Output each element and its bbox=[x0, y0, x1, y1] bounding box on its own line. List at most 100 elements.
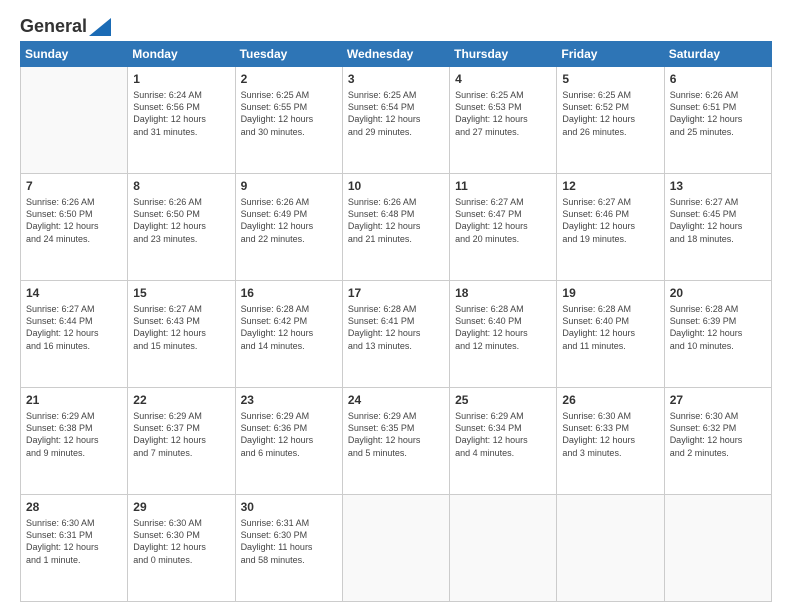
calendar-cell: 9Sunrise: 6:26 AM Sunset: 6:49 PM Daylig… bbox=[235, 174, 342, 281]
calendar-table: SundayMondayTuesdayWednesdayThursdayFrid… bbox=[20, 41, 772, 602]
calendar-cell: 10 Sunrise: 6:26 AM Sunset: 6:48 PM Dayli… bbox=[342, 174, 449, 281]
day-info: Sunrise: 6:29 AM Sunset: 6:37 PM Dayligh… bbox=[133, 410, 229, 459]
day-info: Sunrise: 6:25 AM Sunset: 6:54 PM Dayligh… bbox=[348, 89, 444, 138]
weekday-header-row: SundayMondayTuesdayWednesdayThursdayFrid… bbox=[21, 42, 772, 67]
day-number: 19 bbox=[562, 285, 658, 301]
calendar-cell: 26 Sunrise: 6:30 AM Sunset: 6:33 PM Dayli… bbox=[557, 388, 664, 495]
weekday-header-sunday: Sunday bbox=[21, 42, 128, 67]
day-number: 5 bbox=[562, 71, 658, 87]
day-number: 16 bbox=[241, 285, 337, 301]
weekday-header-monday: Monday bbox=[128, 42, 235, 67]
calendar-cell: 6Sunrise: 6:26 AM Sunset: 6:51 PM Daylig… bbox=[664, 67, 771, 174]
day-number: 24 bbox=[348, 392, 444, 408]
calendar-cell: 17Sunrise: 6:28 AM Sunset: 6:41 PM Dayli… bbox=[342, 281, 449, 388]
day-info: Sunrise: 6:30 AM Sunset: 6:33 PM Dayligh… bbox=[562, 410, 658, 459]
day-info: Sunrise: 6:26 AM Sunset: 6:50 PM Dayligh… bbox=[133, 196, 229, 245]
day-number: 11 bbox=[455, 178, 551, 194]
calendar-cell: 15 Sunrise: 6:27 AM Sunset: 6:43 PM Dayli… bbox=[128, 281, 235, 388]
calendar-cell: 2Sunrise: 6:25 AM Sunset: 6:55 PM Daylig… bbox=[235, 67, 342, 174]
day-number: 18 bbox=[455, 285, 551, 301]
calendar-cell: 23 Sunrise: 6:29 AM Sunset: 6:36 PM Dayli… bbox=[235, 388, 342, 495]
day-info: Sunrise: 6:28 AM Sunset: 6:42 PM Dayligh… bbox=[241, 303, 337, 352]
day-info: Sunrise: 6:30 AM Sunset: 6:30 PM Dayligh… bbox=[133, 517, 229, 566]
day-number: 1 bbox=[133, 71, 229, 87]
calendar-cell: 25Sunrise: 6:29 AM Sunset: 6:34 PM Dayli… bbox=[450, 388, 557, 495]
day-info: Sunrise: 6:29 AM Sunset: 6:38 PM Dayligh… bbox=[26, 410, 122, 459]
weekday-header-friday: Friday bbox=[557, 42, 664, 67]
day-number: 29 bbox=[133, 499, 229, 515]
day-info: Sunrise: 6:27 AM Sunset: 6:47 PM Dayligh… bbox=[455, 196, 551, 245]
calendar-cell: 19 Sunrise: 6:28 AM Sunset: 6:40 PM Dayli… bbox=[557, 281, 664, 388]
calendar-cell: 28 Sunrise: 6:30 AM Sunset: 6:31 PM Dayli… bbox=[21, 495, 128, 602]
week-row-1: 1 Sunrise: 6:24 AM Sunset: 6:56 PM Daylig… bbox=[21, 67, 772, 174]
day-info: Sunrise: 6:26 AM Sunset: 6:48 PM Dayligh… bbox=[348, 196, 444, 245]
day-number: 21 bbox=[26, 392, 122, 408]
calendar-cell: 8 Sunrise: 6:26 AM Sunset: 6:50 PM Daylig… bbox=[128, 174, 235, 281]
calendar-cell: 22 Sunrise: 6:29 AM Sunset: 6:37 PM Dayli… bbox=[128, 388, 235, 495]
calendar-cell: 12 Sunrise: 6:27 AM Sunset: 6:46 PM Dayli… bbox=[557, 174, 664, 281]
calendar-cell: 11 Sunrise: 6:27 AM Sunset: 6:47 PM Dayli… bbox=[450, 174, 557, 281]
week-row-2: 7 Sunrise: 6:26 AM Sunset: 6:50 PM Daylig… bbox=[21, 174, 772, 281]
calendar-cell bbox=[21, 67, 128, 174]
weekday-header-saturday: Saturday bbox=[664, 42, 771, 67]
calendar-cell bbox=[342, 495, 449, 602]
calendar-cell: 14 Sunrise: 6:27 AM Sunset: 6:44 PM Dayli… bbox=[21, 281, 128, 388]
day-number: 27 bbox=[670, 392, 766, 408]
day-info: Sunrise: 6:28 AM Sunset: 6:40 PM Dayligh… bbox=[455, 303, 551, 352]
day-number: 23 bbox=[241, 392, 337, 408]
day-info: Sunrise: 6:28 AM Sunset: 6:40 PM Dayligh… bbox=[562, 303, 658, 352]
day-number: 10 bbox=[348, 178, 444, 194]
calendar-cell: 20 Sunrise: 6:28 AM Sunset: 6:39 PM Dayli… bbox=[664, 281, 771, 388]
day-number: 20 bbox=[670, 285, 766, 301]
day-info: Sunrise: 6:27 AM Sunset: 6:43 PM Dayligh… bbox=[133, 303, 229, 352]
page: General SundayMondayTuesdayWednesdayThur… bbox=[0, 0, 792, 612]
header: General bbox=[20, 16, 772, 33]
day-info: Sunrise: 6:25 AM Sunset: 6:53 PM Dayligh… bbox=[455, 89, 551, 138]
day-info: Sunrise: 6:24 AM Sunset: 6:56 PM Dayligh… bbox=[133, 89, 229, 138]
day-info: Sunrise: 6:27 AM Sunset: 6:44 PM Dayligh… bbox=[26, 303, 122, 352]
day-info: Sunrise: 6:26 AM Sunset: 6:50 PM Dayligh… bbox=[26, 196, 122, 245]
calendar-cell: 29 Sunrise: 6:30 AM Sunset: 6:30 PM Dayli… bbox=[128, 495, 235, 602]
weekday-header-thursday: Thursday bbox=[450, 42, 557, 67]
day-number: 8 bbox=[133, 178, 229, 194]
day-info: Sunrise: 6:25 AM Sunset: 6:52 PM Dayligh… bbox=[562, 89, 658, 138]
logo-triangle-icon bbox=[89, 18, 111, 36]
day-info: Sunrise: 6:28 AM Sunset: 6:41 PM Dayligh… bbox=[348, 303, 444, 352]
day-info: Sunrise: 6:27 AM Sunset: 6:45 PM Dayligh… bbox=[670, 196, 766, 245]
day-number: 28 bbox=[26, 499, 122, 515]
day-info: Sunrise: 6:27 AM Sunset: 6:46 PM Dayligh… bbox=[562, 196, 658, 245]
weekday-header-tuesday: Tuesday bbox=[235, 42, 342, 67]
day-number: 7 bbox=[26, 178, 122, 194]
logo: General bbox=[20, 16, 111, 33]
day-number: 4 bbox=[455, 71, 551, 87]
calendar-cell: 1 Sunrise: 6:24 AM Sunset: 6:56 PM Daylig… bbox=[128, 67, 235, 174]
weekday-header-wednesday: Wednesday bbox=[342, 42, 449, 67]
day-number: 6 bbox=[670, 71, 766, 87]
logo-text-general: General bbox=[20, 16, 87, 37]
calendar-cell: 18 Sunrise: 6:28 AM Sunset: 6:40 PM Dayli… bbox=[450, 281, 557, 388]
day-number: 14 bbox=[26, 285, 122, 301]
day-number: 15 bbox=[133, 285, 229, 301]
day-info: Sunrise: 6:29 AM Sunset: 6:34 PM Dayligh… bbox=[455, 410, 551, 459]
calendar-cell: 3Sunrise: 6:25 AM Sunset: 6:54 PM Daylig… bbox=[342, 67, 449, 174]
day-number: 13 bbox=[670, 178, 766, 194]
week-row-4: 21 Sunrise: 6:29 AM Sunset: 6:38 PM Dayli… bbox=[21, 388, 772, 495]
calendar-cell: 27Sunrise: 6:30 AM Sunset: 6:32 PM Dayli… bbox=[664, 388, 771, 495]
calendar-cell: 16 Sunrise: 6:28 AM Sunset: 6:42 PM Dayli… bbox=[235, 281, 342, 388]
day-info: Sunrise: 6:28 AM Sunset: 6:39 PM Dayligh… bbox=[670, 303, 766, 352]
calendar-cell bbox=[450, 495, 557, 602]
day-number: 9 bbox=[241, 178, 337, 194]
day-number: 22 bbox=[133, 392, 229, 408]
day-info: Sunrise: 6:30 AM Sunset: 6:31 PM Dayligh… bbox=[26, 517, 122, 566]
day-info: Sunrise: 6:29 AM Sunset: 6:36 PM Dayligh… bbox=[241, 410, 337, 459]
calendar-cell: 5 Sunrise: 6:25 AM Sunset: 6:52 PM Daylig… bbox=[557, 67, 664, 174]
day-info: Sunrise: 6:29 AM Sunset: 6:35 PM Dayligh… bbox=[348, 410, 444, 459]
calendar-cell: 30Sunrise: 6:31 AM Sunset: 6:30 PM Dayli… bbox=[235, 495, 342, 602]
calendar-cell bbox=[664, 495, 771, 602]
day-number: 26 bbox=[562, 392, 658, 408]
day-number: 2 bbox=[241, 71, 337, 87]
day-number: 12 bbox=[562, 178, 658, 194]
day-number: 30 bbox=[241, 499, 337, 515]
calendar-cell: 21 Sunrise: 6:29 AM Sunset: 6:38 PM Dayli… bbox=[21, 388, 128, 495]
week-row-5: 28 Sunrise: 6:30 AM Sunset: 6:31 PM Dayli… bbox=[21, 495, 772, 602]
